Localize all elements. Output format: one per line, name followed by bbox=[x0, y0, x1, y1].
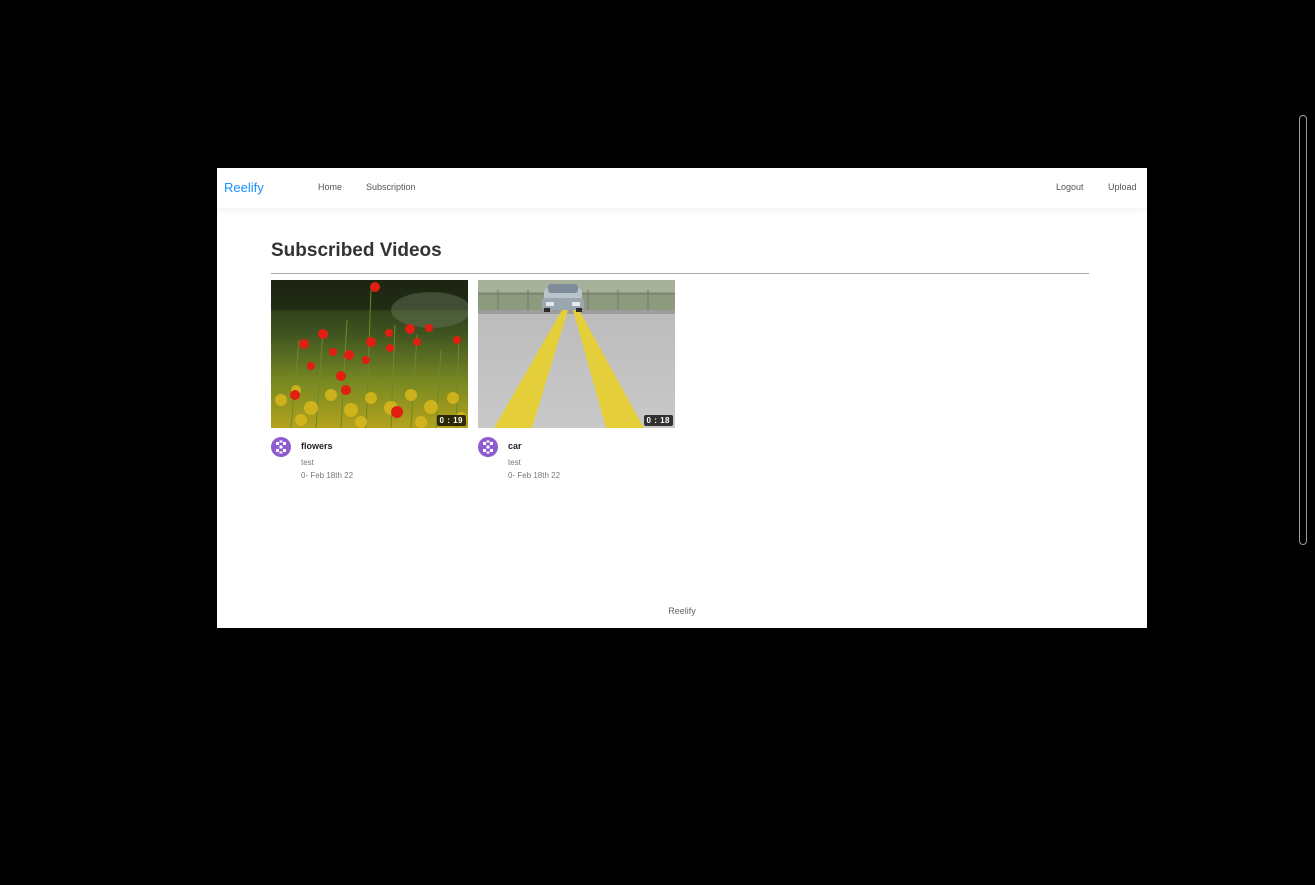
page-title: Subscribed Videos bbox=[271, 240, 442, 261]
video-thumbnail[interactable]: 0 : 18 bbox=[478, 280, 675, 428]
video-title[interactable]: flowers bbox=[301, 441, 333, 451]
video-author: test bbox=[301, 458, 314, 467]
nav-link-logout[interactable]: Logout bbox=[1056, 182, 1084, 192]
video-author: test bbox=[508, 458, 521, 467]
video-title[interactable]: car bbox=[508, 441, 522, 451]
video-card[interactable]: 0 : 18 car test 0- Feb 18th 22 bbox=[478, 280, 675, 480]
nav-link-upload[interactable]: Upload bbox=[1108, 182, 1137, 192]
user-avatar-icon[interactable] bbox=[478, 437, 498, 457]
video-meta: car test 0- Feb 18th 22 bbox=[478, 428, 675, 480]
video-duration-badge: 0 : 18 bbox=[643, 415, 673, 426]
video-card[interactable]: 0 : 19 flowers test 0- Feb 18th 22 bbox=[271, 280, 468, 480]
car-road-thumbnail-image bbox=[478, 280, 675, 428]
browser-viewport: Reelify Home Subscription Logout Upload … bbox=[217, 168, 1147, 628]
poppies-thumbnail-image bbox=[271, 280, 468, 428]
user-avatar-icon[interactable] bbox=[271, 437, 291, 457]
window-scrollbar[interactable] bbox=[1299, 115, 1307, 545]
video-meta: flowers test 0- Feb 18th 22 bbox=[271, 428, 468, 480]
nav-link-subscription[interactable]: Subscription bbox=[366, 182, 416, 192]
video-date: 0- Feb 18th 22 bbox=[508, 471, 561, 480]
title-divider bbox=[271, 273, 1089, 274]
video-date: 0- Feb 18th 22 bbox=[301, 471, 354, 480]
nav-link-home[interactable]: Home bbox=[318, 182, 342, 192]
video-thumbnail[interactable]: 0 : 19 bbox=[271, 280, 468, 428]
footer-text: Reelify bbox=[668, 606, 696, 616]
car-shape bbox=[542, 284, 584, 312]
video-duration-badge: 0 : 19 bbox=[436, 415, 466, 426]
top-navbar: Reelify Home Subscription Logout Upload bbox=[217, 168, 1147, 208]
brand-logo-link[interactable]: Reelify bbox=[224, 180, 264, 195]
